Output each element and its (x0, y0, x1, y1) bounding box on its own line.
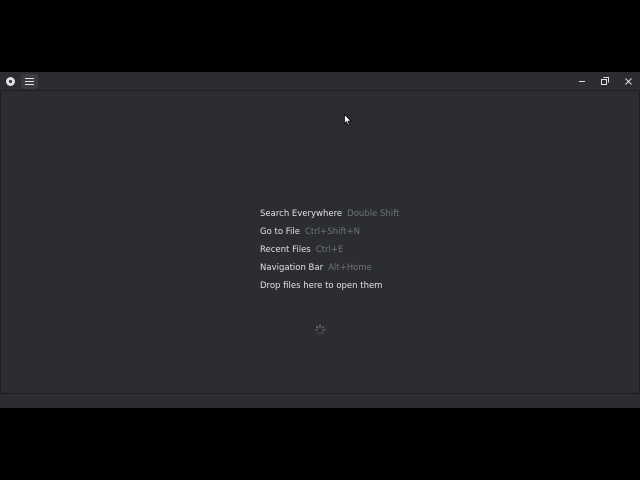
close-icon (625, 78, 632, 85)
hint-action: Go to File (260, 227, 300, 237)
close-button[interactable] (621, 74, 636, 89)
ide-window: Search Everywhere Double Shift Go to File… (0, 72, 640, 408)
hint-action: Navigation Bar (260, 263, 324, 273)
hint-recent-files: Recent Files Ctrl+E (260, 243, 399, 261)
restore-button[interactable] (597, 74, 612, 89)
hint-navigation-bar: Navigation Bar Alt+Home (260, 261, 399, 279)
minimize-button[interactable] (575, 74, 590, 89)
hint-drop-files: Drop files here to open them (260, 279, 399, 297)
hint-action: Search Everywhere (260, 209, 343, 219)
mouse-cursor-icon (344, 114, 352, 126)
restore-icon (601, 77, 609, 85)
hint-action: Drop files here to open them (260, 281, 383, 291)
welcome-hints: Search Everywhere Double Shift Go to File… (260, 207, 399, 297)
hint-go-to-file: Go to File Ctrl+Shift+N (260, 225, 399, 243)
hint-action: Recent Files (260, 245, 311, 255)
app-logo-icon (6, 77, 15, 86)
hint-shortcut: Double Shift (347, 209, 400, 219)
hamburger-menu-icon[interactable] (21, 74, 38, 89)
hint-search-everywhere: Search Everywhere Double Shift (260, 207, 399, 225)
loading-spinner-icon (314, 324, 326, 336)
hint-shortcut: Alt+Home (328, 263, 372, 273)
editor-empty-area[interactable]: Search Everywhere Double Shift Go to File… (0, 91, 640, 393)
hint-shortcut: Ctrl+E (315, 245, 344, 255)
hint-shortcut: Ctrl+Shift+N (304, 227, 360, 237)
screen: Search Everywhere Double Shift Go to File… (0, 0, 640, 480)
title-bar (0, 72, 640, 91)
status-bar (0, 393, 640, 408)
